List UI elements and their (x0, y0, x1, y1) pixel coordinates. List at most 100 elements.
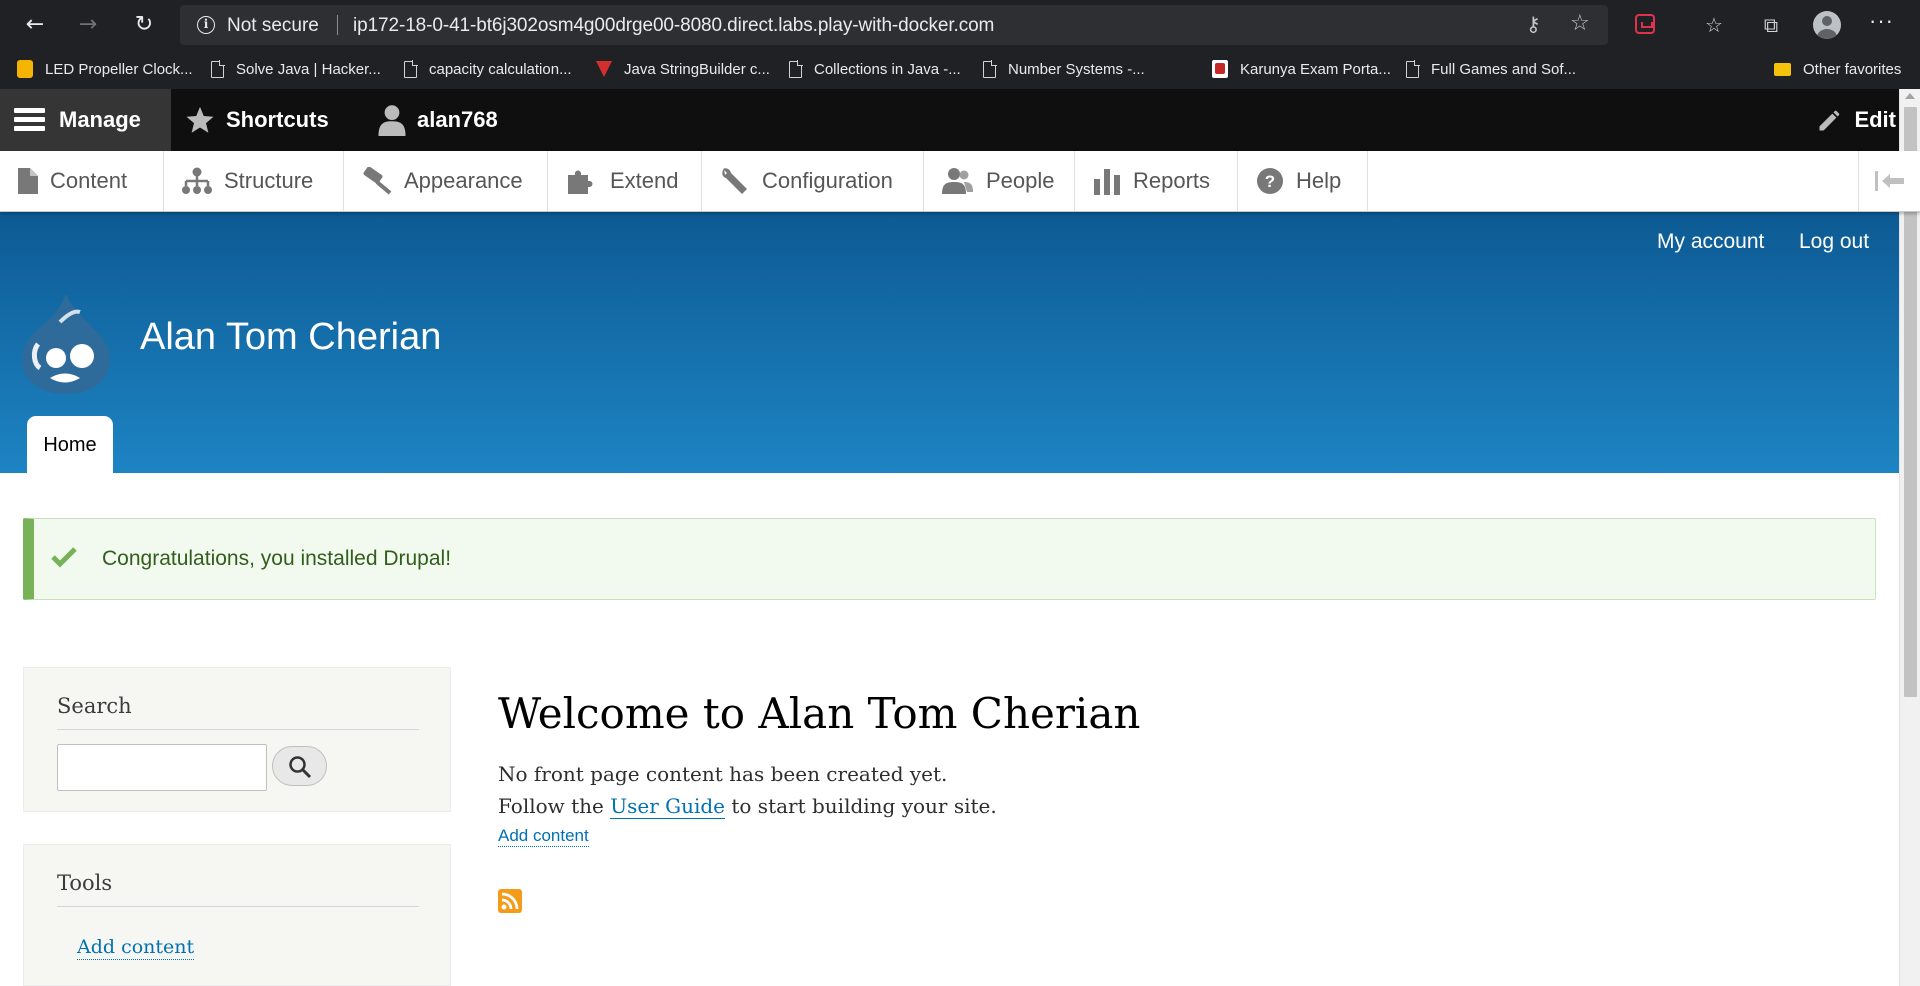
edit-button[interactable]: Edit (1816, 89, 1896, 151)
bookmark-label: Karunya Exam Porta... (1240, 60, 1391, 78)
tools-add-content-link[interactable]: Add content (77, 935, 195, 960)
page-scrollbar[interactable] (1899, 89, 1920, 986)
search-block: Search (23, 667, 451, 812)
menu-item-help[interactable]: ? Help (1238, 151, 1368, 211)
red-triangle-icon (596, 61, 612, 77)
menu-item-extend[interactable]: Extend (548, 151, 702, 211)
bookmark-item[interactable]: LED Propeller Clock... (17, 57, 193, 81)
status-message: Congratulations, you installed Drupal! (23, 518, 1876, 600)
page-icon (211, 60, 225, 78)
menu-item-reports[interactable]: Reports (1075, 151, 1238, 211)
bookmark-label: LED Propeller Clock... (45, 60, 193, 78)
manage-button[interactable]: Manage (0, 89, 171, 151)
body-text-line: No front page content has been created y… (498, 762, 948, 786)
my-account-link[interactable]: My account (1657, 230, 1764, 254)
other-favorites-label: Other favorites (1803, 60, 1902, 78)
bookmark-item[interactable]: Karunya Exam Porta... (1212, 57, 1391, 81)
bookmark-label: capacity calculation... (429, 60, 572, 78)
browser-chrome: ← → ↻ i Not secure ip172-18-0-41-bt6j302… (0, 0, 1920, 89)
body-text-line: Follow the User Guide to start building … (498, 794, 997, 819)
page-icon (789, 60, 803, 78)
info-icon[interactable]: i (197, 16, 215, 34)
menu-item-people[interactable]: People (924, 151, 1075, 211)
url-text[interactable]: ip172-18-0-41-bt6j302osm4g00drge00-8080.… (353, 15, 994, 37)
menu-item-label: Extend (610, 168, 679, 193)
search-input[interactable] (57, 744, 267, 791)
bookmark-item[interactable]: Java StringBuilder c... (596, 57, 770, 81)
add-content-link[interactable]: Add content (498, 826, 589, 847)
shortcuts-button[interactable]: Shortcuts (184, 89, 329, 151)
menu-item-configuration[interactable]: Configuration (702, 151, 924, 211)
forward-arrow-icon[interactable]: → (73, 10, 103, 40)
page-icon (983, 60, 997, 78)
divider (337, 15, 338, 35)
star-icon (186, 106, 214, 133)
more-menu-icon[interactable]: ··· (1869, 8, 1894, 34)
menu-item-label: Help (1296, 168, 1342, 193)
page-icon (1406, 60, 1420, 78)
address-bar[interactable]: i Not secure ip172-18-0-41-bt6j302osm4g0… (180, 5, 1608, 45)
bookmark-label: Collections in Java -... (814, 60, 961, 78)
menu-item-appearance[interactable]: Appearance (344, 151, 548, 211)
rss-feed-icon[interactable] (498, 889, 522, 913)
bookmarks-bar: LED Propeller Clock... Solve Java | Hack… (0, 50, 1920, 89)
people-icon (942, 168, 973, 194)
favorite-star-icon[interactable]: ☆ (1570, 11, 1590, 36)
favorites-icon[interactable]: ☆ (1702, 13, 1726, 37)
body-text-suffix: to start building your site. (731, 794, 997, 818)
menu-item-structure[interactable]: Structure (164, 151, 344, 211)
collapse-arrow-icon (1875, 171, 1904, 191)
yellow-bookmark-icon (17, 60, 33, 78)
menu-item-content[interactable]: Content (0, 151, 164, 211)
collapse-tray-button[interactable] (1858, 151, 1920, 211)
log-out-link[interactable]: Log out (1799, 230, 1869, 254)
manage-label: Manage (59, 107, 141, 132)
user-guide-link[interactable]: User Guide (610, 794, 726, 819)
svg-text:?: ? (1265, 172, 1275, 191)
bookmark-item[interactable]: Collections in Java -... (789, 57, 961, 81)
folder-icon (1774, 62, 1791, 76)
bar-chart-icon (1094, 169, 1120, 195)
page-icon (404, 60, 418, 78)
bookmark-item[interactable]: Solve Java | Hacker... (211, 57, 381, 81)
key-icon[interactable]: ⚷ (1526, 12, 1541, 36)
collections-icon[interactable]: ⧉ (1759, 13, 1783, 37)
bookmark-label: Java StringBuilder c... (624, 60, 770, 78)
scroll-up-arrow-icon[interactable] (1905, 93, 1915, 99)
shortcuts-label: Shortcuts (226, 107, 329, 132)
paint-roller-icon (363, 167, 392, 195)
user-button[interactable]: alan768 (377, 89, 498, 151)
puzzle-icon (568, 170, 593, 194)
search-icon (289, 756, 312, 779)
site-name[interactable]: Alan Tom Cherian (140, 316, 441, 359)
search-button[interactable] (272, 746, 327, 786)
karunya-icon (1212, 60, 1228, 78)
browser-toolbar: ← → ↻ i Not secure ip172-18-0-41-bt6j302… (0, 0, 1920, 50)
file-icon (18, 168, 38, 194)
wrench-icon (722, 168, 747, 194)
admin-menu-tray: Content Structure Appearance Extend Conf… (0, 151, 1920, 212)
search-block-title: Search (57, 694, 132, 718)
bookmark-label: Solve Java | Hacker... (236, 60, 381, 78)
bookmark-item[interactable]: capacity calculation... (404, 57, 572, 81)
tools-block: Tools Add content (23, 844, 451, 986)
pencil-icon (1819, 110, 1840, 131)
refresh-icon[interactable]: ↻ (129, 10, 159, 40)
sitemap-icon (182, 167, 212, 194)
tab-home[interactable]: Home (27, 416, 113, 473)
bookmark-label: Number Systems -... (1008, 60, 1145, 78)
back-arrow-icon[interactable]: ← (20, 10, 50, 40)
bookmark-label: Full Games and Sof... (1431, 60, 1577, 78)
bookmark-item[interactable]: Number Systems -... (983, 57, 1145, 81)
menu-item-label: Content (50, 168, 128, 193)
security-label: Not secure (227, 15, 319, 36)
menu-item-label: Structure (224, 168, 314, 193)
help-icon: ? (1257, 168, 1283, 194)
user-icon (378, 105, 406, 136)
bookmark-item[interactable]: Full Games and Sof... (1406, 57, 1576, 81)
drupal-logo-icon[interactable] (20, 292, 112, 396)
other-favorites[interactable]: Other favorites (1774, 57, 1901, 81)
extension-icon[interactable] (1635, 14, 1655, 34)
profile-avatar[interactable] (1813, 11, 1841, 39)
menu-item-label: People (986, 168, 1055, 193)
